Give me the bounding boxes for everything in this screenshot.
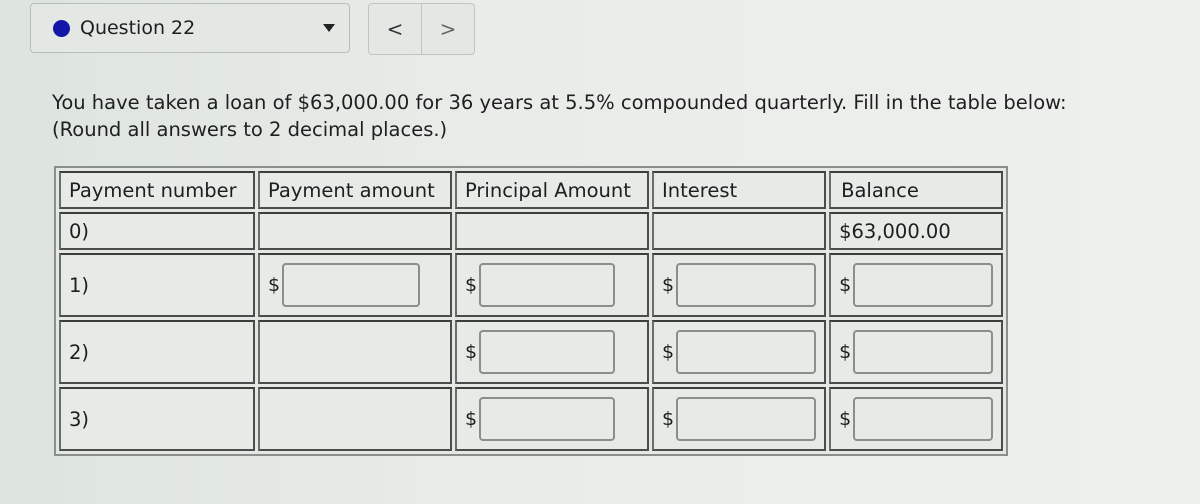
currency-symbol: $ [465,341,478,363]
question-pager: < > [368,3,475,55]
payment-number-cell: 2) [59,320,255,384]
column-header-payment-number: Payment number [59,171,255,209]
balance-value: $63,000.00 [829,212,1004,250]
interest-input-3[interactable] [676,397,817,441]
payment-number-cell: 0) [59,212,255,250]
balance-input-3[interactable] [853,397,994,441]
prompt-line-2: (Round all answers to 2 decimal places.) [52,118,448,141]
empty-cell [258,212,452,250]
table-header-row: Payment number Payment amount Principal … [59,171,1004,209]
column-header-principal-amount: Principal Amount [455,171,649,209]
previous-question-button[interactable]: < [368,3,422,55]
empty-cell [258,320,452,384]
principal-amount-input-3[interactable] [479,397,616,441]
principal-amount-input-2[interactable] [479,330,616,374]
currency-symbol: $ [839,408,852,430]
chevron-right-icon: > [439,17,457,41]
amortization-table: Payment number Payment amount Principal … [54,166,1009,456]
currency-symbol: $ [268,274,281,296]
question-status-dot-icon [53,19,70,37]
question-nav-bar: Question 22 < > [30,2,475,55]
empty-cell [258,387,452,451]
dropdown-caret-icon [323,24,335,32]
currency-symbol: $ [465,274,478,296]
empty-cell [455,212,649,250]
balance-input-2[interactable] [853,330,994,374]
currency-symbol: $ [465,408,478,430]
currency-symbol: $ [839,274,852,296]
interest-input-2[interactable] [676,330,817,374]
column-header-interest: Interest [652,171,827,209]
table-row: 3) $ $ $ [59,387,1004,451]
next-question-button[interactable]: > [422,3,475,55]
balance-input-1[interactable] [853,263,994,307]
table-row: 0) $63,000.00 [59,212,1004,250]
currency-symbol: $ [662,408,675,430]
currency-symbol: $ [839,341,852,363]
question-selector[interactable]: Question 22 [30,3,350,53]
principal-amount-input-1[interactable] [479,263,616,307]
table-row: 1) $ $ $ $ [59,253,1004,317]
currency-symbol: $ [662,341,675,363]
interest-input-1[interactable] [676,263,817,307]
empty-cell [652,212,827,250]
column-header-balance: Balance [829,171,1004,209]
chevron-left-icon: < [386,17,404,41]
question-title: Question 22 [80,17,196,39]
prompt-line-1: You have taken a loan of $63,000.00 for … [52,91,1067,114]
payment-number-cell: 1) [59,253,255,317]
column-header-payment-amount: Payment amount [258,171,452,209]
payment-amount-input-1[interactable] [282,263,421,307]
table-row: 2) $ $ $ [59,320,1004,384]
question-prompt: You have taken a loan of $63,000.00 for … [52,89,1067,143]
currency-symbol: $ [662,274,675,296]
payment-number-cell: 3) [59,387,255,451]
